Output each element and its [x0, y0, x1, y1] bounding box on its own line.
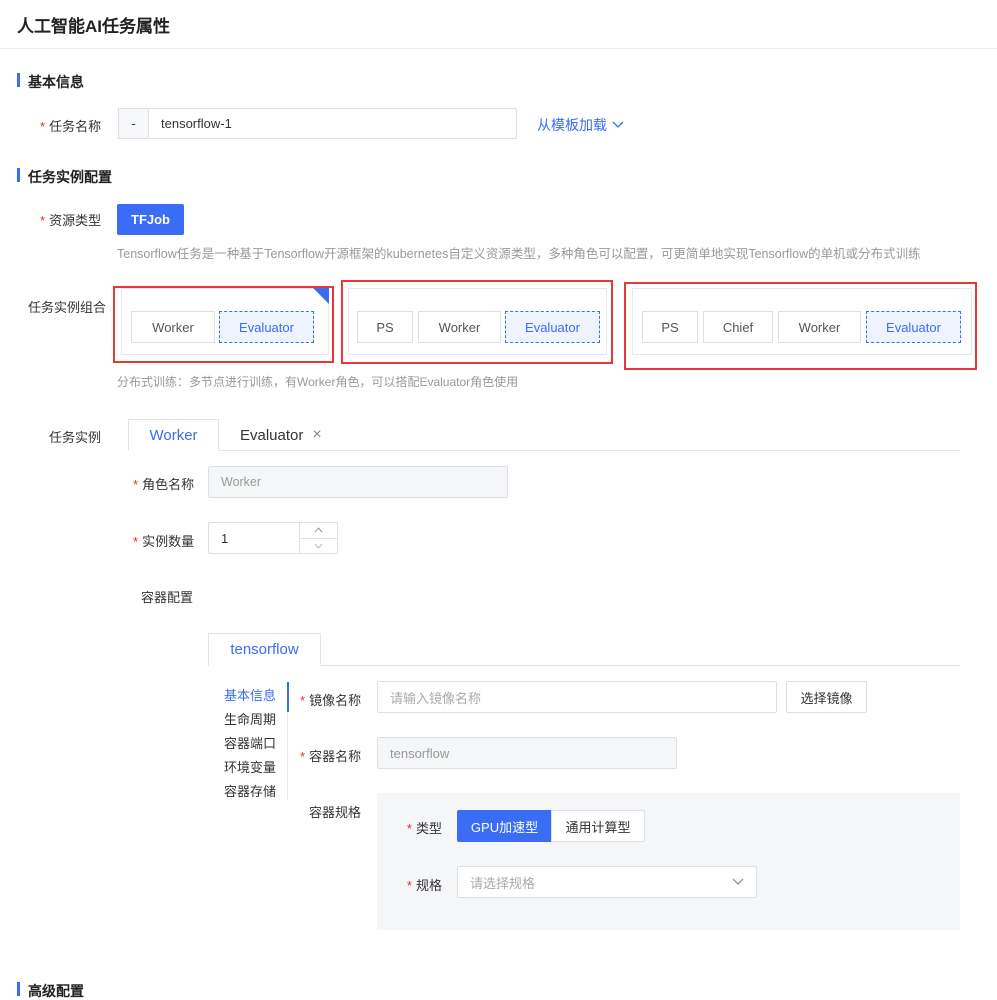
task-name-value: tensorflow-1: [161, 116, 232, 131]
image-name-placeholder: 请输入镜像名称: [390, 690, 482, 706]
template-load-label: 从模板加载: [537, 117, 607, 133]
chevron-down-icon: [314, 543, 323, 549]
resource-type-description: Tensorflow任务是一种基于Tensorflow开源框架的kubernet…: [117, 247, 921, 261]
role-name-label: * 角色名称: [133, 477, 195, 492]
section-marker: [17, 168, 20, 182]
combo-hint: 分布式训练：多节点进行训练，有Worker角色，可以搭配Evaluator角色使…: [117, 375, 519, 389]
instance-count-label: * 实例数量: [133, 534, 195, 549]
instance-count-value: 1: [221, 530, 229, 546]
container-config-label: 容器配置: [140, 590, 193, 605]
container-name-label: * 容器名称: [300, 749, 362, 764]
combo-option[interactable]: Worker: [418, 311, 501, 343]
combo-option[interactable]: Chief: [703, 311, 773, 343]
spec-size-label: * 规格: [406, 878, 442, 893]
section-marker: [17, 982, 20, 996]
side-menu-divider: [287, 712, 288, 800]
general-type-button[interactable]: 通用计算型: [551, 810, 645, 842]
chevron-down-icon: [612, 121, 624, 128]
spec-size-select[interactable]: 请选择规格: [457, 866, 757, 898]
combo-option[interactable]: Evaluator: [866, 311, 961, 343]
section-title-advanced: 高级配置: [28, 983, 84, 999]
instance-count-stepper[interactable]: 1: [208, 522, 338, 554]
task-name-label: * 任务名称: [40, 119, 102, 134]
resource-type-label: * 资源类型: [40, 213, 102, 228]
select-image-button[interactable]: 选择镜像: [786, 681, 867, 713]
side-menu-lifecycle[interactable]: 生命周期: [224, 709, 276, 728]
close-icon[interactable]: ×: [312, 426, 321, 444]
page-title: 人工智能AI任务属性: [17, 17, 170, 36]
section-marker: [17, 73, 20, 87]
combo-option[interactable]: Evaluator: [219, 311, 314, 343]
role-name-input[interactable]: Worker: [208, 466, 508, 498]
section-title-basic: 基本信息: [28, 74, 84, 90]
container-spec-label: 容器规格: [308, 805, 361, 820]
side-menu-storage[interactable]: 容器存储: [224, 781, 276, 800]
chevron-up-icon: [314, 527, 323, 533]
title-divider: [0, 48, 997, 49]
spec-size-placeholder: 请选择规格: [470, 875, 536, 891]
tab-divider: [128, 450, 960, 451]
side-menu-active-indicator: [287, 682, 289, 712]
side-menu-env[interactable]: 环境变量: [224, 757, 276, 776]
combo-option[interactable]: Worker: [131, 311, 215, 343]
image-name-input[interactable]: 请输入镜像名称: [377, 681, 777, 713]
combo-option[interactable]: PS: [642, 311, 698, 343]
chevron-down-icon: [732, 878, 744, 885]
image-name-label: * 镜像名称: [300, 693, 362, 708]
container-tab-tensorflow[interactable]: tensorflow: [208, 633, 321, 666]
combo-option[interactable]: Evaluator: [505, 311, 600, 343]
combo-option[interactable]: PS: [357, 311, 413, 343]
gpu-type-button[interactable]: GPU加速型: [457, 810, 552, 842]
side-menu-basic-info[interactable]: 基本信息: [224, 685, 276, 704]
selected-corner-icon: [313, 288, 329, 304]
tfjob-button[interactable]: TFJob: [117, 204, 184, 235]
combo-option[interactable]: Worker: [778, 311, 861, 343]
section-title-instance-config: 任务实例配置: [28, 169, 112, 185]
tab-evaluator-label: Evaluator: [240, 426, 304, 444]
template-load-link[interactable]: 从模板加载: [537, 115, 624, 135]
container-name-input[interactable]: tensorflow: [377, 737, 677, 769]
task-name-prefix[interactable]: -: [118, 108, 148, 139]
tab-worker[interactable]: Worker: [128, 419, 219, 451]
increment-button[interactable]: [300, 523, 337, 539]
decrement-button[interactable]: [300, 539, 337, 554]
spec-type-label: * 类型: [406, 821, 442, 836]
tab-evaluator[interactable]: Evaluator ×: [240, 425, 322, 445]
task-name-input[interactable]: tensorflow-1: [148, 108, 517, 139]
instances-label: 任务实例: [48, 430, 101, 445]
combo-label: 任务实例组合: [28, 300, 107, 315]
side-menu-ports[interactable]: 容器端口: [224, 733, 276, 752]
